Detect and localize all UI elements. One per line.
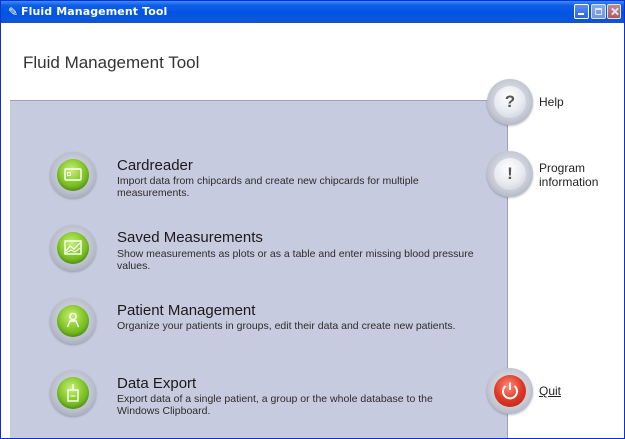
maximize-button[interactable] [591,4,606,19]
page-title: Fluid Management Tool [23,53,200,72]
header: Fluid Management Tool [1,23,624,101]
feature-description: Import data from chipcards and create ne… [117,175,419,199]
app-window: ✎ Fluid Management Tool Fluid Management… [0,0,625,439]
patient-icon [66,312,80,328]
cardreader-orb [50,152,96,198]
data-export-orb [50,370,96,416]
power-icon [502,382,518,400]
cardreader-button[interactable]: Cardreader Import data from chipcards an… [10,141,507,201]
chart-icon [64,240,82,255]
card-icon [64,168,82,181]
question-mark-icon: ? [494,86,526,118]
program-information-label: Program information [539,161,599,189]
exclamation-icon: ! [494,158,526,190]
patient-management-button[interactable]: Patient Management Organize your patient… [10,290,507,350]
feature-title: Cardreader [117,157,193,174]
feature-title: Data Export [117,375,197,392]
feature-description: Show measurements as plots or as a table… [117,248,474,272]
feature-title: Patient Management [117,302,256,319]
feature-title: Saved Measurements [117,229,263,246]
help-label: Help [539,95,564,109]
export-icon [67,384,79,402]
feature-description: Organize your patients in groups, edit t… [117,320,456,332]
data-export-button[interactable]: Data Export Export data of a single pati… [10,365,507,425]
saved-measurements-button[interactable]: Saved Measurements Show measurements as … [10,216,507,276]
close-button[interactable] [607,4,621,19]
feature-panel: Cardreader Import data from chipcards an… [10,100,508,438]
title-bar[interactable]: ✎ Fluid Management Tool [1,1,624,23]
saved-measurements-orb [50,225,96,271]
patient-management-orb [50,298,96,344]
feature-description: Export data of a single patient, a group… [117,393,433,417]
pencil-app-icon: ✎ [7,5,19,19]
quit-label: Quit [539,384,562,398]
window-title: Fluid Management Tool [21,5,168,18]
minimize-button[interactable] [574,4,589,19]
